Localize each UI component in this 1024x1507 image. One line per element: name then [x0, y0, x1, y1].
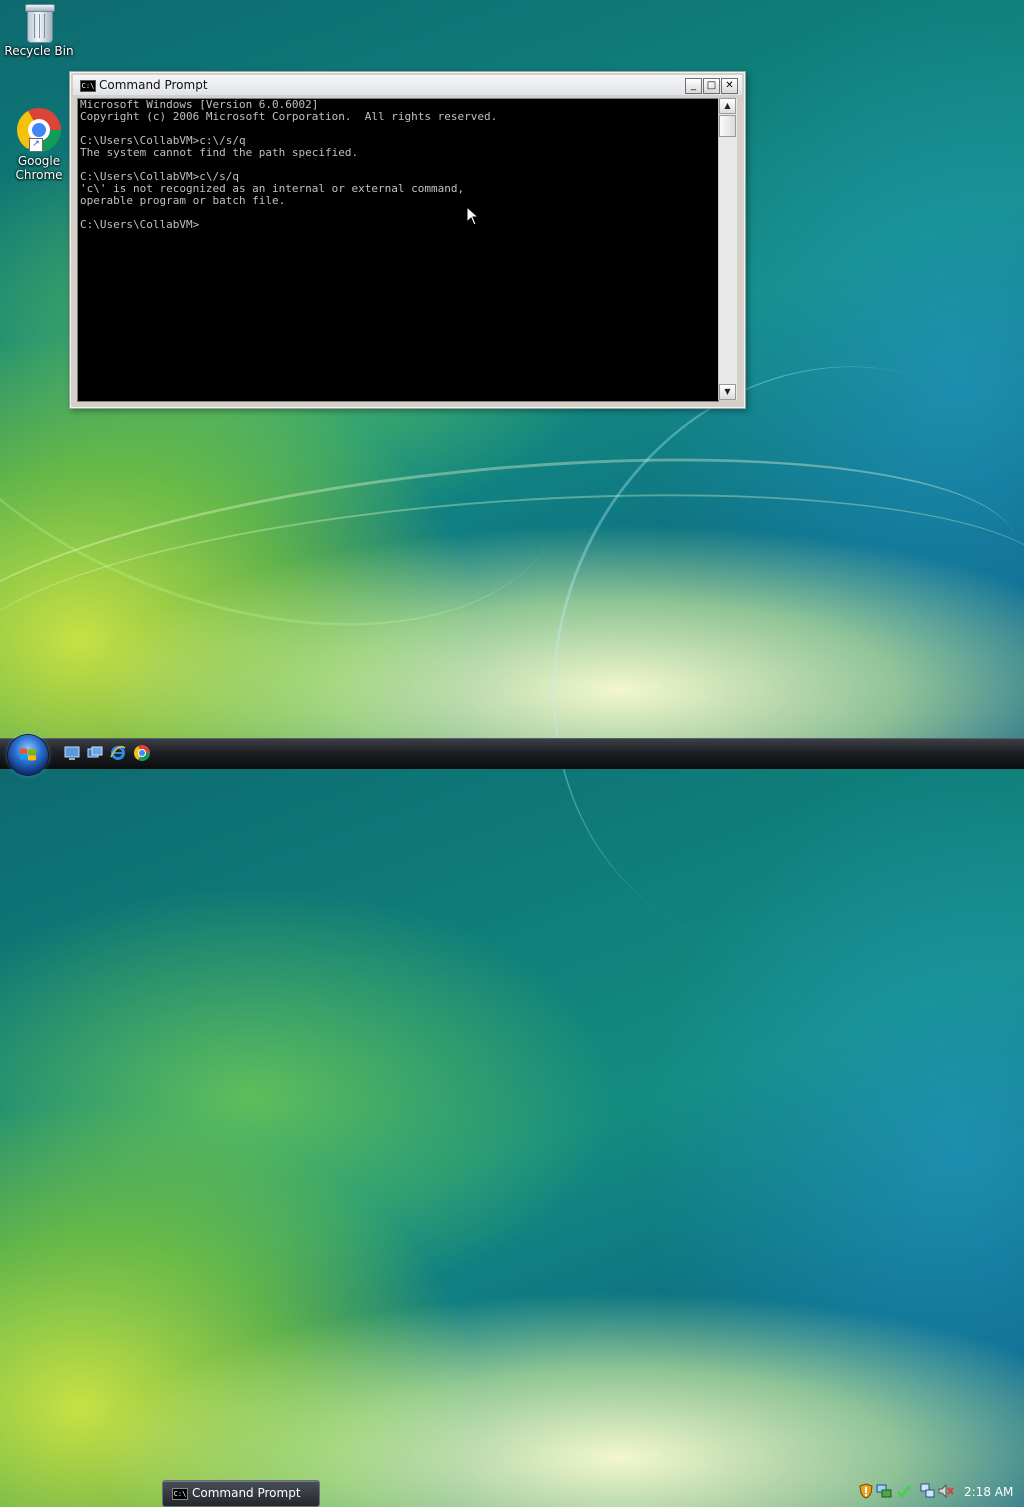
scroll-thumb[interactable] [719, 115, 736, 137]
cmd-icon: C:\ [80, 80, 96, 92]
taskbar-button-command-prompt[interactable]: C:\ Command Prompt [162, 1480, 320, 1507]
taskbar: C:\ Command Prompt 2:18 AM [0, 738, 1024, 1507]
vertical-scrollbar[interactable]: ▲ ▼ [718, 98, 737, 400]
network-connection-icon[interactable] [920, 1483, 936, 1499]
console-output[interactable]: Microsoft Windows [Version 6.0.6002] Cop… [77, 98, 719, 402]
taskbar-button-label: Command Prompt [192, 1486, 301, 1500]
chrome-icon: ↗ [17, 108, 61, 152]
network-icon[interactable] [876, 1483, 892, 1499]
wallpaper-streak [0, 461, 1024, 781]
scroll-down-button[interactable]: ▼ [719, 384, 736, 400]
update-check-icon[interactable] [896, 1483, 912, 1499]
desktop-icon-label: Google Chrome [2, 154, 76, 182]
volume-muted-icon[interactable] [938, 1483, 954, 1499]
console-line: Copyright (c) 2006 Microsoft Corporation… [80, 110, 498, 123]
window-titlebar[interactable]: C:\ Command Prompt _ □ ✕ [73, 75, 742, 95]
internet-explorer-icon[interactable] [110, 745, 126, 761]
window-title: Command Prompt [99, 78, 208, 92]
desktop-icon-label-line1: Google [17, 154, 61, 168]
cmd-icon: C:\ [172, 1488, 188, 1500]
taskbar-clock[interactable]: 2:18 AM [964, 1485, 1013, 1499]
scroll-up-button[interactable]: ▲ [719, 98, 736, 114]
shortcut-arrow-icon: ↗ [29, 138, 43, 152]
security-shield-icon[interactable] [858, 1483, 874, 1499]
mouse-cursor-icon [466, 206, 480, 226]
desktop-icon-recycle-bin[interactable]: Recycle Bin [2, 2, 76, 58]
desktop-icon-google-chrome[interactable]: ↗ Google Chrome [2, 108, 76, 182]
switch-windows-icon[interactable] [87, 745, 103, 761]
maximize-button[interactable]: □ [703, 78, 720, 94]
desktop-icon-label-line2: Chrome [15, 168, 63, 182]
desktop-icon-label: Recycle Bin [4, 44, 74, 58]
show-desktop-icon[interactable] [64, 745, 80, 761]
command-prompt-window[interactable]: C:\ Command Prompt _ □ ✕ Microsoft Windo… [69, 71, 746, 409]
chrome-icon[interactable] [134, 745, 150, 761]
close-button[interactable]: ✕ [721, 78, 738, 94]
recycle-bin-icon [24, 2, 55, 43]
minimize-button[interactable]: _ [685, 78, 702, 94]
console-prompt[interactable]: C:\Users\CollabVM> [78, 219, 718, 231]
console-line: operable program or batch file. [80, 194, 286, 207]
wallpaper-streak [0, 413, 1024, 790]
console-line: The system cannot find the path specifie… [80, 146, 359, 159]
windows-logo-icon [20, 748, 36, 761]
start-button[interactable] [8, 735, 48, 775]
system-tray: 2:18 AM [850, 1480, 1024, 1505]
